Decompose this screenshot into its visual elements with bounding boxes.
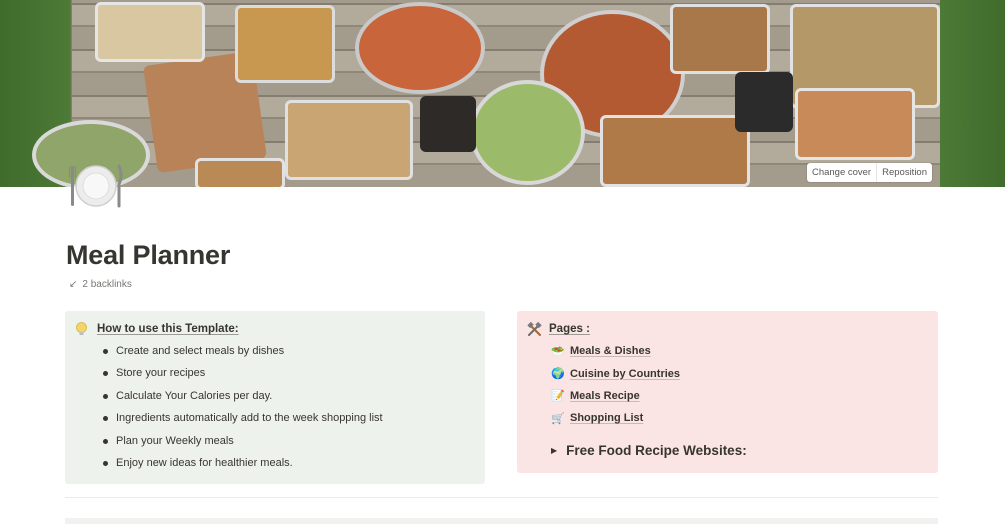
next-block bbox=[65, 518, 938, 524]
tools-icon bbox=[527, 321, 542, 339]
list-item: Enjoy new ideas for healthier meals. bbox=[101, 452, 383, 474]
backlinks-label: 2 backlinks bbox=[82, 279, 132, 290]
page-link-cuisine-by-countries[interactable]: 🌍 Cuisine by Countries bbox=[551, 362, 680, 384]
list-item: Calculate Your Calories per day. bbox=[101, 385, 383, 407]
change-cover-button[interactable]: Change cover bbox=[807, 163, 876, 182]
free-food-recipe-toggle[interactable]: ▶ Free Food Recipe Websites: bbox=[551, 443, 747, 458]
page-link-label: Meals Recipe bbox=[570, 389, 640, 402]
backlinks-link[interactable]: ↙ 2 backlinks bbox=[69, 279, 132, 290]
list-item: Create and select meals by dishes bbox=[101, 340, 383, 362]
page-link-label: Cuisine by Countries bbox=[570, 367, 681, 380]
page-link-meals-dishes[interactable]: 🥗 Meals & Dishes bbox=[551, 340, 680, 362]
divider bbox=[65, 497, 938, 498]
bowl-icon: 🥗 bbox=[551, 345, 565, 358]
list-item: Ingredients automatically add to the wee… bbox=[101, 407, 383, 429]
memo-icon: 📝 bbox=[551, 390, 565, 403]
how-to-list: Create and select meals by dishes Store … bbox=[101, 340, 383, 474]
pages-list: 🥗 Meals & Dishes 🌍 Cuisine by Countries … bbox=[551, 340, 680, 430]
toggle-label: Free Food Recipe Websites: bbox=[566, 443, 747, 458]
page-title: Meal Planner bbox=[66, 240, 231, 270]
cover-image: Change cover Reposition bbox=[0, 0, 1005, 187]
page-link-label: Meals & Dishes bbox=[570, 345, 651, 358]
backlink-arrow-icon: ↙ bbox=[69, 279, 78, 290]
list-item: Store your recipes bbox=[101, 362, 383, 384]
toggle-triangle-icon: ▶ bbox=[551, 446, 558, 455]
page-link-meals-recipe[interactable]: 📝 Meals Recipe bbox=[551, 385, 680, 407]
cart-icon: 🛒 bbox=[551, 412, 565, 425]
reposition-button[interactable]: Reposition bbox=[876, 163, 932, 182]
dinner-plate-icon[interactable] bbox=[67, 160, 125, 210]
lightbulb-icon bbox=[75, 322, 88, 339]
list-item: Plan your Weekly meals bbox=[101, 430, 383, 452]
page-link-shopping-list[interactable]: 🛒 Shopping List bbox=[551, 407, 680, 429]
pages-heading: Pages : bbox=[549, 323, 590, 335]
how-to-heading: How to use this Template: bbox=[97, 323, 239, 335]
cover-controls: Change cover Reposition bbox=[806, 163, 932, 182]
globe-icon: 🌍 bbox=[551, 368, 565, 381]
page-link-label: Shopping List bbox=[570, 412, 644, 425]
